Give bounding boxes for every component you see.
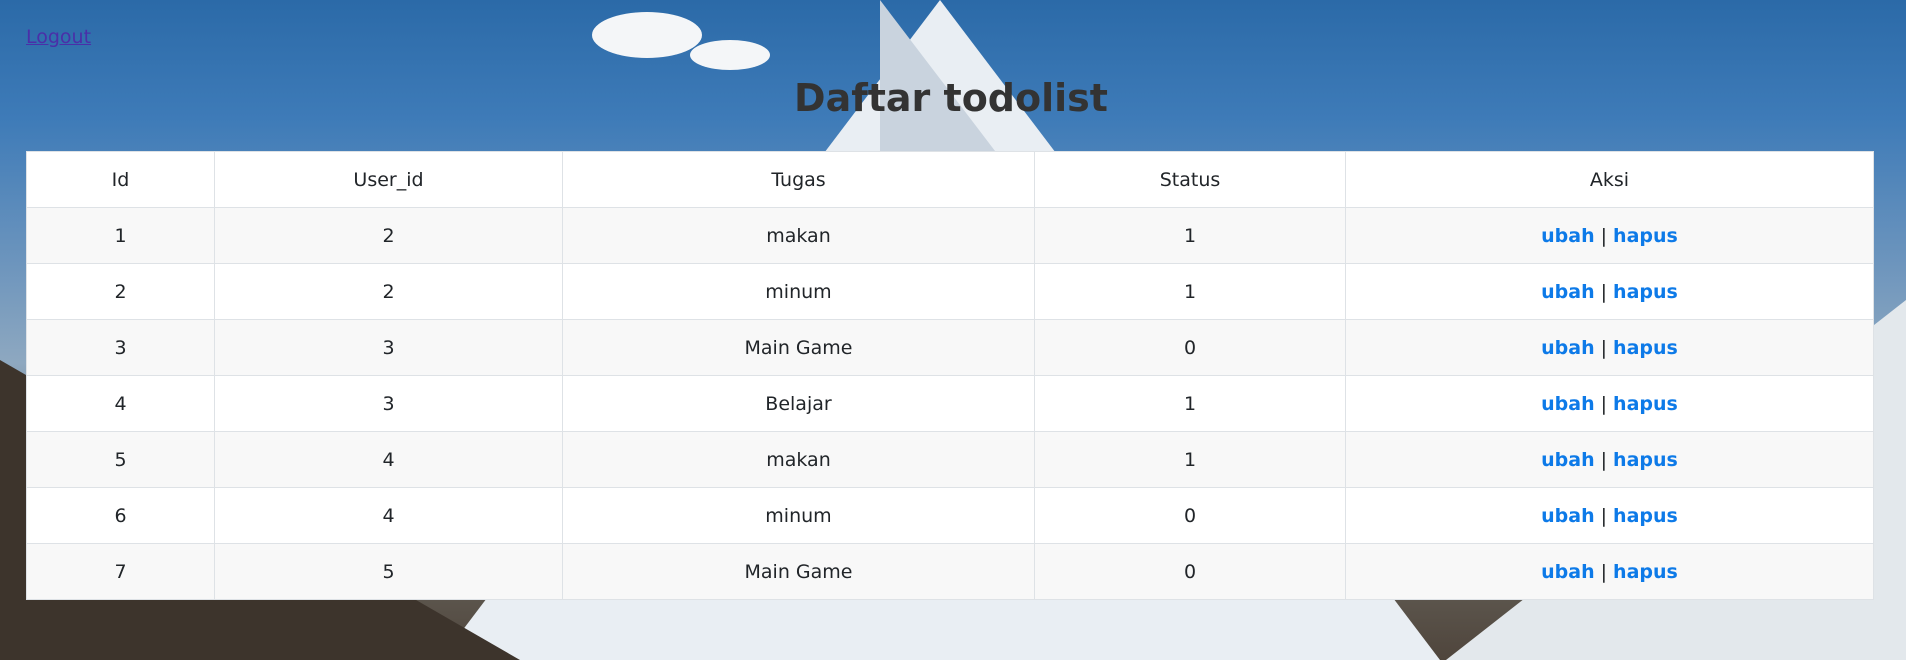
header-id: Id — [26, 151, 215, 208]
edit-link[interactable]: ubah — [1541, 225, 1594, 247]
edit-link[interactable]: ubah — [1541, 449, 1594, 471]
edit-link[interactable]: ubah — [1541, 337, 1594, 359]
cell-tugas: makan — [562, 431, 1035, 488]
edit-link[interactable]: ubah — [1541, 561, 1594, 583]
cell-aksi: ubah | hapus — [1345, 375, 1874, 432]
table-header-row: Id User_id Tugas Status Aksi — [26, 151, 1874, 208]
delete-link[interactable]: hapus — [1613, 281, 1678, 303]
cell-aksi: ubah | hapus — [1345, 319, 1874, 376]
cell-aksi: ubah | hapus — [1345, 207, 1874, 264]
cell-status: 0 — [1034, 543, 1346, 600]
cell-aksi: ubah | hapus — [1345, 487, 1874, 544]
cell-status: 1 — [1034, 263, 1346, 320]
cell-tugas: Belajar — [562, 375, 1035, 432]
delete-link[interactable]: hapus — [1613, 561, 1678, 583]
header-aksi: Aksi — [1345, 151, 1874, 208]
logout-link[interactable]: Logout — [26, 26, 91, 48]
cell-aksi: ubah | hapus — [1345, 543, 1874, 600]
action-separator: | — [1600, 560, 1608, 583]
cell-user-id: 4 — [214, 431, 563, 488]
edit-link[interactable]: ubah — [1541, 505, 1594, 527]
cell-status: 1 — [1034, 375, 1346, 432]
delete-link[interactable]: hapus — [1613, 337, 1678, 359]
cell-status: 1 — [1034, 207, 1346, 264]
action-separator: | — [1600, 392, 1608, 415]
action-separator: | — [1600, 224, 1608, 247]
cell-aksi: ubah | hapus — [1345, 431, 1874, 488]
action-separator: | — [1600, 504, 1608, 527]
table-row: 2 2 minum 1 ubah | hapus — [26, 263, 1874, 320]
cell-tugas: Main Game — [562, 319, 1035, 376]
cell-id: 3 — [26, 319, 215, 376]
page-title: Daftar todolist — [794, 76, 1108, 120]
cell-id: 7 — [26, 543, 215, 600]
cell-id: 6 — [26, 487, 215, 544]
header-status: Status — [1034, 151, 1346, 208]
cell-user-id: 2 — [214, 207, 563, 264]
cell-tugas: minum — [562, 487, 1035, 544]
cell-user-id: 4 — [214, 487, 563, 544]
cell-tugas: Main Game — [562, 543, 1035, 600]
cell-id: 1 — [26, 207, 215, 264]
table-row: 3 3 Main Game 0 ubah | hapus — [26, 319, 1874, 376]
delete-link[interactable]: hapus — [1613, 449, 1678, 471]
table-row: 7 5 Main Game 0 ubah | hapus — [26, 543, 1874, 600]
delete-link[interactable]: hapus — [1613, 225, 1678, 247]
cell-user-id: 2 — [214, 263, 563, 320]
cell-status: 1 — [1034, 431, 1346, 488]
cell-status: 0 — [1034, 487, 1346, 544]
todo-table: Id User_id Tugas Status Aksi 1 2 makan 1 uba… — [26, 151, 1874, 600]
cell-status: 0 — [1034, 319, 1346, 376]
table-row: 6 4 minum 0 ubah | hapus — [26, 487, 1874, 544]
table-row: 1 2 makan 1 ubah | hapus — [26, 207, 1874, 264]
cell-tugas: makan — [562, 207, 1035, 264]
cell-user-id: 5 — [214, 543, 563, 600]
table-row: 4 3 Belajar 1 ubah | hapus — [26, 375, 1874, 432]
delete-link[interactable]: hapus — [1613, 505, 1678, 527]
cell-id: 2 — [26, 263, 215, 320]
table-row: 5 4 makan 1 ubah | hapus — [26, 431, 1874, 488]
header-user-id: User_id — [214, 151, 563, 208]
cloud — [592, 12, 702, 58]
edit-link[interactable]: ubah — [1541, 393, 1594, 415]
action-separator: | — [1600, 336, 1608, 359]
cell-user-id: 3 — [214, 375, 563, 432]
cloud — [690, 40, 770, 70]
header-tugas: Tugas — [562, 151, 1035, 208]
cell-id: 5 — [26, 431, 215, 488]
action-separator: | — [1600, 448, 1608, 471]
cell-tugas: minum — [562, 263, 1035, 320]
cell-aksi: ubah | hapus — [1345, 263, 1874, 320]
delete-link[interactable]: hapus — [1613, 393, 1678, 415]
action-separator: | — [1600, 280, 1608, 303]
cell-id: 4 — [26, 375, 215, 432]
cell-user-id: 3 — [214, 319, 563, 376]
edit-link[interactable]: ubah — [1541, 281, 1594, 303]
